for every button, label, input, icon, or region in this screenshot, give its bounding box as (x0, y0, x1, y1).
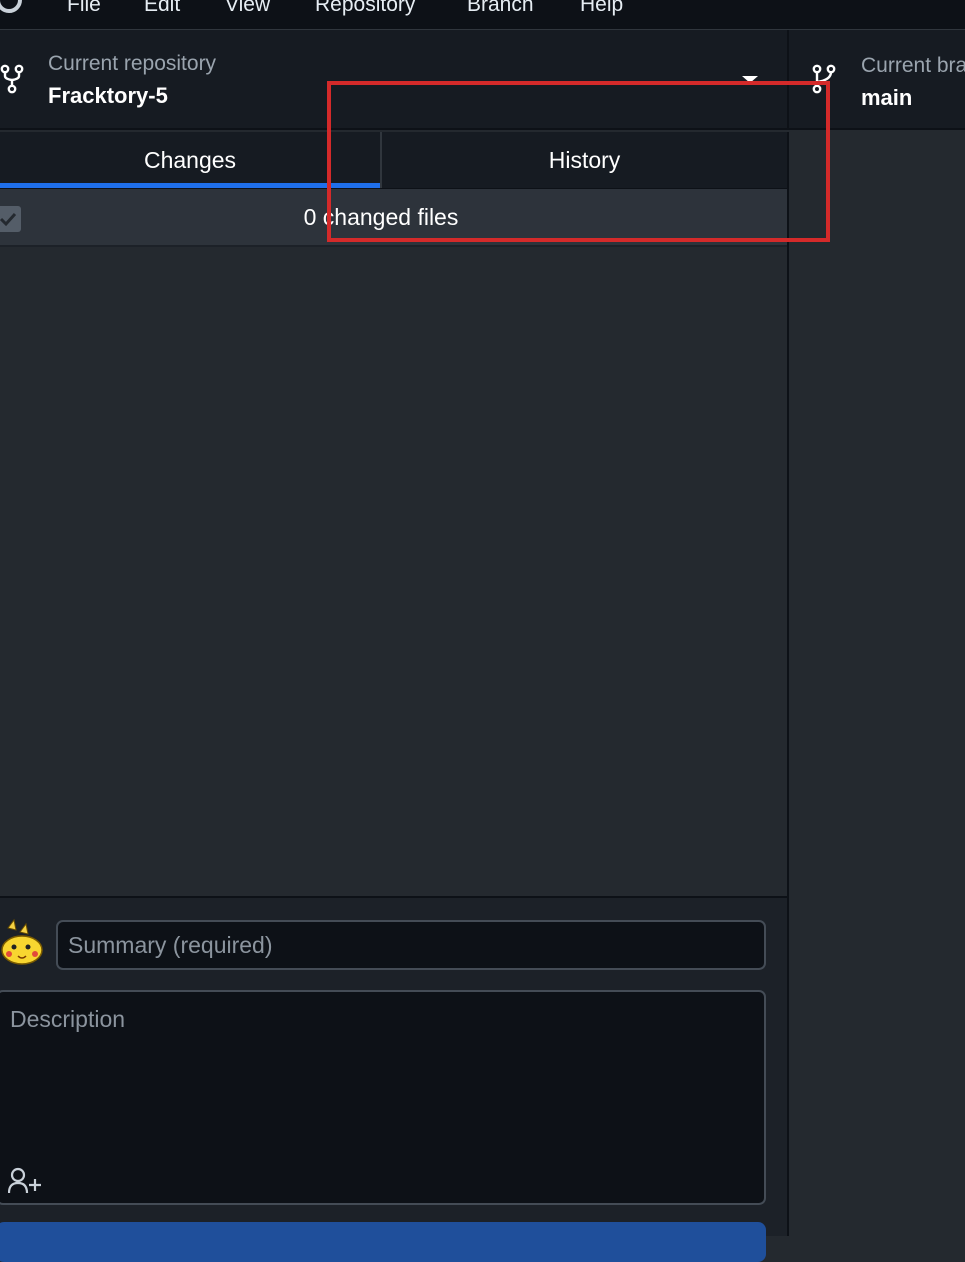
add-coauthor-icon[interactable] (8, 1167, 44, 1195)
toolbar: Current repository Fracktory-5 Current b… (0, 30, 965, 130)
current-repository-name: Fracktory-5 (48, 83, 168, 108)
summary-input[interactable] (56, 920, 766, 970)
description-field-container (0, 990, 766, 1205)
diff-pane (787, 132, 965, 1236)
menu-file[interactable]: File (67, 0, 101, 17)
commit-message-area (0, 896, 787, 1262)
current-repository-button[interactable]: Current repository Fracktory-5 (0, 30, 787, 130)
changes-pane: Changes History 0 changed files (0, 132, 787, 1262)
chevron-down-icon (742, 76, 758, 83)
menu-bar: File Edit View Repository Branch Help (0, 0, 965, 30)
current-branch-label: Current bra (861, 54, 965, 77)
tab-bar: Changes History (0, 132, 787, 189)
changes-header: 0 changed files (0, 189, 787, 247)
menu-repository[interactable]: Repository (315, 0, 415, 17)
tab-changes[interactable]: Changes (0, 132, 380, 188)
repo-fork-icon (0, 64, 24, 94)
github-logo-icon (0, 0, 22, 13)
avatar[interactable] (0, 918, 46, 968)
tab-history-label: History (548, 146, 621, 173)
tab-changes-label: Changes (143, 146, 237, 173)
changed-files-list (0, 249, 787, 897)
current-repository-label: Current repository (48, 52, 217, 75)
branch-icon (812, 64, 836, 94)
description-input[interactable] (0, 992, 764, 1162)
menu-edit[interactable]: Edit (144, 0, 180, 17)
current-branch-button[interactable]: Current bra main (787, 30, 965, 130)
tab-selected-indicator (0, 183, 380, 188)
menu-help[interactable]: Help (580, 0, 623, 17)
current-branch-name: main (861, 85, 913, 110)
menu-view[interactable]: View (225, 0, 270, 17)
changed-files-count: 0 changed files (303, 204, 459, 230)
menu-branch[interactable]: Branch (467, 0, 534, 17)
tab-history[interactable]: History (380, 132, 787, 188)
commit-button[interactable] (0, 1222, 766, 1262)
